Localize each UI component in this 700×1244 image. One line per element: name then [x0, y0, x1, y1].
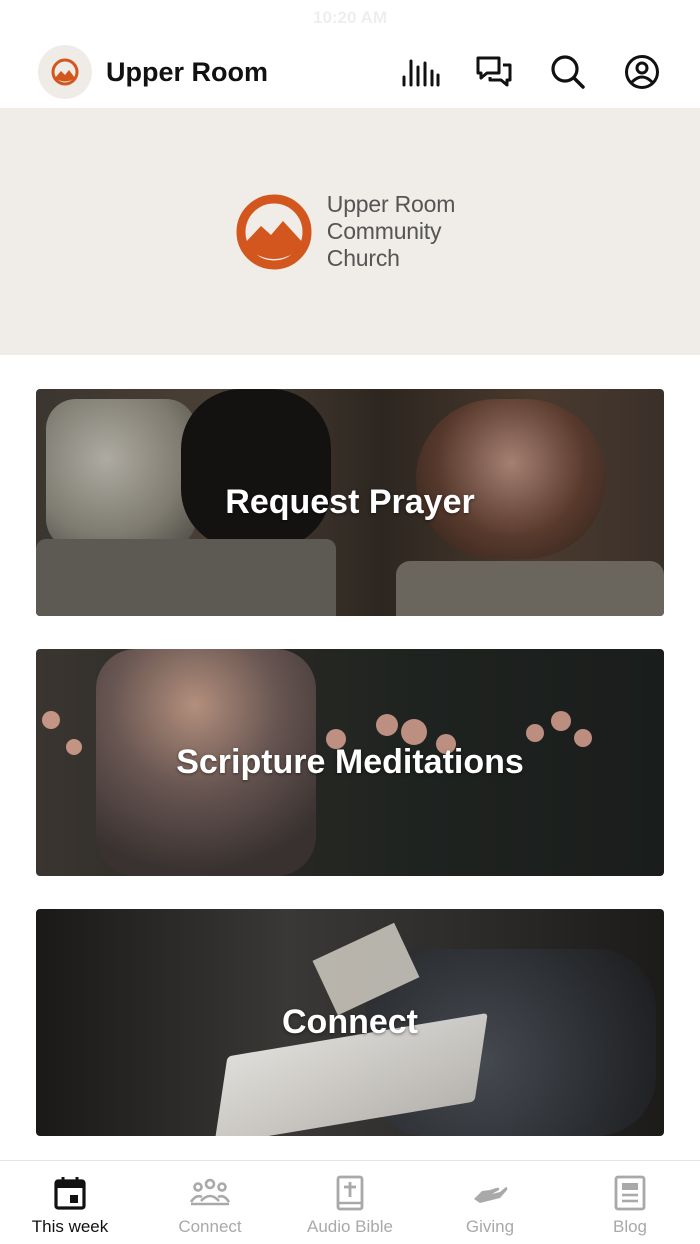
messages-button[interactable]: [474, 52, 514, 92]
connect-card[interactable]: Connect: [36, 909, 664, 1136]
bible-icon: [336, 1175, 364, 1211]
header-actions: [400, 52, 662, 92]
tab-giving[interactable]: Giving: [420, 1161, 560, 1244]
tab-connect[interactable]: Connect: [140, 1161, 280, 1244]
church-brand: Upper Room Community Church: [235, 191, 455, 272]
bottom-tab-bar: This week Connect Audio Bible Giving Blo…: [0, 1160, 700, 1244]
tab-this-week-label: This week: [31, 1217, 109, 1236]
tab-giving-label: Giving: [465, 1217, 515, 1236]
tab-blog[interactable]: Blog: [560, 1161, 700, 1244]
church-name-line-1: Upper Room: [326, 191, 456, 217]
status-time: 10:20 AM: [312, 8, 387, 27]
connect-title: Connect: [282, 1003, 418, 1041]
status-bar: 10:20 AM: [0, 0, 700, 36]
search-button[interactable]: [548, 52, 588, 92]
scripture-meditations-card[interactable]: Scripture Meditations: [36, 649, 664, 876]
church-logo-icon: [236, 194, 312, 269]
scripture-meditations-title: Scripture Meditations: [176, 743, 524, 781]
audio-button[interactable]: [400, 52, 440, 92]
mountain-logo-icon: [51, 58, 79, 86]
tab-audio-bible[interactable]: Audio Bible: [280, 1161, 420, 1244]
search-icon: [551, 55, 585, 89]
request-prayer-card[interactable]: Request Prayer: [36, 389, 664, 616]
app-logo[interactable]: [38, 45, 92, 99]
tab-blog-label: Blog: [612, 1217, 648, 1236]
audio-bars-icon: [402, 59, 440, 87]
church-banner: Upper Room Community Church: [0, 108, 700, 355]
tab-audio-bible-label: Audio Bible: [306, 1217, 393, 1236]
app-header: Upper Room: [0, 36, 700, 108]
app-title: Upper Room: [106, 56, 268, 87]
profile-button[interactable]: [622, 52, 662, 92]
giving-hand-icon: [474, 1187, 508, 1203]
request-prayer-title: Request Prayer: [225, 483, 475, 521]
calendar-icon: [54, 1177, 86, 1210]
user-icon: [625, 55, 659, 89]
blog-icon: [614, 1175, 646, 1211]
tab-connect-label: Connect: [178, 1217, 242, 1236]
church-name: Upper Room Community Church: [326, 191, 456, 272]
people-icon: [189, 1178, 231, 1206]
chat-icon: [476, 56, 512, 87]
tab-this-week[interactable]: This week: [0, 1161, 140, 1244]
church-name-line-3: Church: [326, 245, 400, 271]
church-name-line-2: Community: [326, 218, 442, 244]
